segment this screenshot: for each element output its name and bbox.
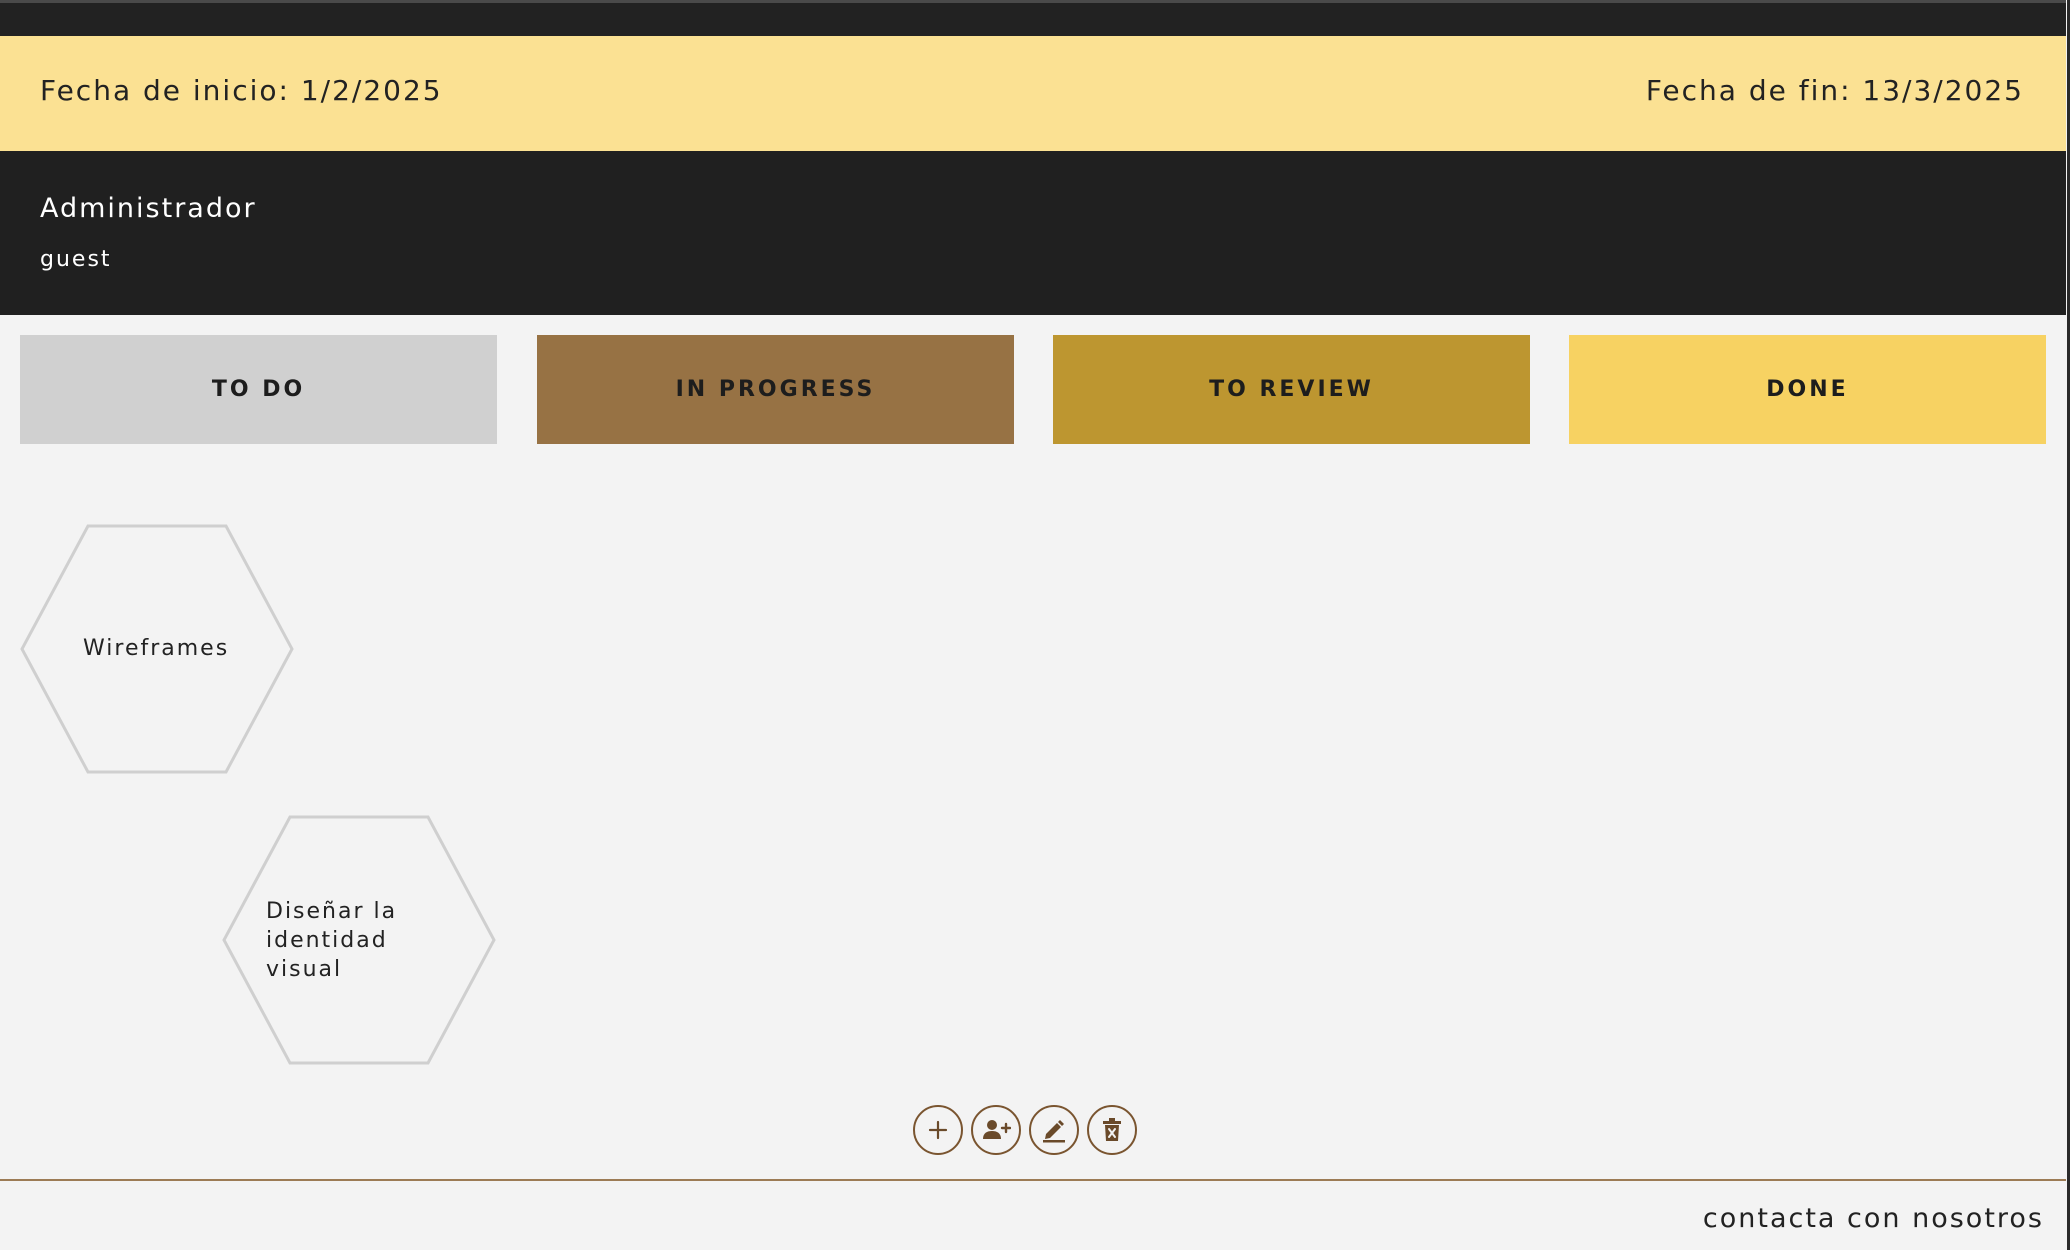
column-header-to-review: TO REVIEW xyxy=(1053,335,1530,444)
task-card[interactable]: Wireframes xyxy=(20,524,294,774)
task-card[interactable]: Diseñar la identidad visual xyxy=(222,815,496,1065)
plus-icon xyxy=(928,1120,948,1140)
add-user-icon xyxy=(983,1120,1011,1139)
user-name: guest xyxy=(40,247,112,272)
top-bar xyxy=(0,0,2066,36)
task-title: Diseñar la identidad visual xyxy=(266,899,398,982)
date-bar: Fecha de inicio: 1/2/2025 Fecha de fin: … xyxy=(0,36,2066,151)
delete-button[interactable] xyxy=(1087,1105,1137,1155)
column-header-done: DONE xyxy=(1569,335,2046,444)
add-user-button[interactable] xyxy=(971,1105,1021,1155)
user-bar: Administrador guest xyxy=(0,151,2066,315)
task-title: Wireframes xyxy=(83,636,230,661)
action-toolbar xyxy=(913,1105,1137,1155)
footer-divider xyxy=(0,1179,2066,1181)
column-header-todo: TO DO xyxy=(20,335,497,444)
edit-pencil-icon xyxy=(1043,1120,1065,1143)
column-header-in-progress: IN PROGRESS xyxy=(537,335,1014,444)
contact-link[interactable]: contacta con nosotros xyxy=(1703,1205,2044,1232)
kanban-page: Fecha de inicio: 1/2/2025 Fecha de fin: … xyxy=(0,0,2070,1250)
end-date: Fecha de fin: 13/3/2025 xyxy=(1645,74,2024,107)
start-date: Fecha de inicio: 1/2/2025 xyxy=(40,74,443,107)
edit-button[interactable] xyxy=(1029,1105,1079,1155)
delete-trash-icon xyxy=(1103,1118,1121,1141)
user-role: Administrador xyxy=(40,193,257,224)
add-task-button[interactable] xyxy=(913,1105,963,1155)
